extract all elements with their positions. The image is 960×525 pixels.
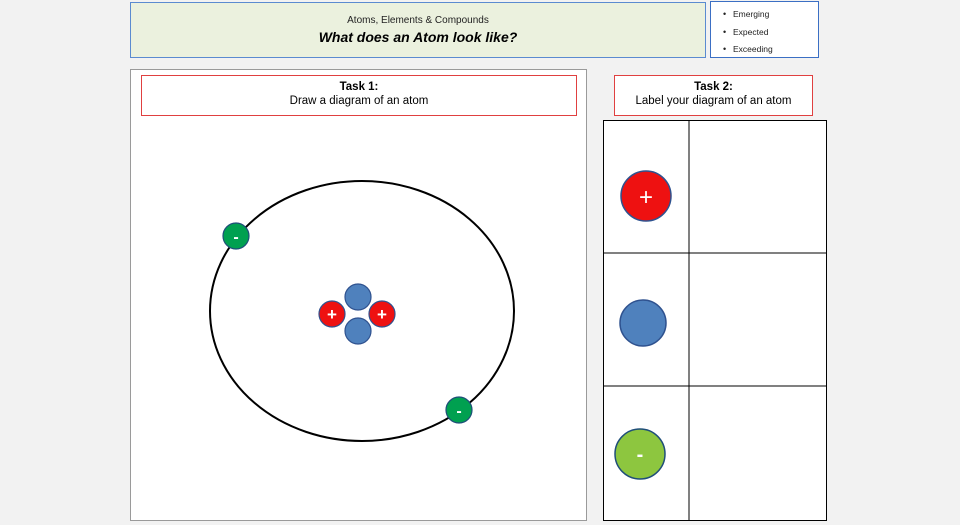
bullet-icon: • — [723, 44, 727, 54]
task1-header: Task 1: Draw a diagram of an atom — [141, 75, 577, 116]
task1-panel — [130, 69, 587, 521]
neutron-symbol — [619, 299, 667, 347]
task2-title: Task 2: — [694, 81, 733, 93]
level-label: Exceeding — [733, 44, 773, 54]
table-row-neutron — [619, 254, 826, 385]
level-item-emerging: • Emerging — [723, 6, 818, 24]
bullet-icon: • — [723, 9, 727, 19]
neutron-label-cell[interactable] — [690, 254, 826, 385]
level-label: Expected — [733, 26, 769, 37]
task2-header: Task 2: Label your diagram of an atom — [614, 75, 813, 116]
table-row-electron: - — [614, 387, 826, 520]
level-item-expected: • Expected — [723, 24, 818, 42]
task1-instruction: Draw a diagram of an atom — [289, 95, 429, 107]
level-item-exceeding: • Exceeding — [723, 41, 818, 59]
label-table: + - — [603, 120, 827, 521]
proton-symbol-sign: + — [639, 184, 653, 211]
table-row-proton: + — [620, 121, 826, 252]
lesson-header: Atoms, Elements & Compounds What does an… — [130, 2, 706, 58]
level-label: Emerging — [733, 9, 770, 19]
label-table-grid: + - — [603, 120, 827, 521]
bullet-icon: • — [723, 26, 727, 37]
task1-title: Task 1: — [339, 81, 379, 93]
lesson-subtitle: Atoms, Elements & Compounds — [347, 15, 489, 26]
levels-legend: • Emerging • Expected • Exceeding — [710, 1, 819, 58]
lesson-title: What does an Atom look like? — [318, 29, 518, 45]
task2-instruction: Label your diagram of an atom — [635, 95, 792, 107]
electron-symbol-sign: - — [637, 444, 644, 466]
proton-label-cell[interactable] — [690, 121, 826, 252]
electron-label-cell[interactable] — [690, 387, 826, 520]
